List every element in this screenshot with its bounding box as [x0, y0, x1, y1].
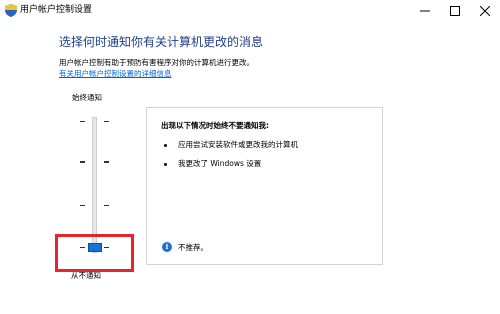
maximize-button[interactable] [440, 0, 470, 21]
slider-bottom-label: 从不通知 [71, 271, 101, 280]
minimize-icon [420, 10, 430, 11]
slider-tick [104, 161, 109, 163]
uac-details-link[interactable]: 有关用户帐户控制设置的详细信息 [59, 69, 172, 79]
slider-tick [104, 205, 109, 206]
bullet-dot [164, 144, 167, 147]
close-button[interactable] [470, 0, 500, 21]
slider-tick [80, 121, 85, 122]
slider-top-label: 始终通知 [72, 93, 102, 102]
panel-title: 出现以下情况时始终不要通知我: [161, 121, 269, 130]
maximize-icon [450, 5, 460, 16]
slider-tick [80, 161, 85, 163]
slider-tick [104, 121, 109, 122]
page-heading: 选择何时通知你有关计算机更改的消息 [59, 35, 264, 49]
close-icon [480, 5, 490, 16]
title-bar: 用户帐户控制设置 [0, 0, 500, 21]
bullet-item: 我更改了 Windows 设置 [178, 159, 262, 168]
slider-track[interactable] [92, 117, 97, 253]
bullet-dot [164, 163, 167, 166]
minimize-button[interactable] [410, 0, 440, 21]
recommendation-text: 不推荐。 [178, 243, 208, 252]
slider-tick [80, 205, 85, 206]
info-icon: i [162, 242, 172, 252]
highlight-box [55, 234, 134, 272]
bullet-item: 应用尝试安装软件或更改我的计算机 [178, 140, 298, 149]
description-text: 用户帐户控制有助于预防有害程序对你的计算机进行更改。 [59, 58, 254, 67]
level-description-panel: 出现以下情况时始终不要通知我: 应用尝试安装软件或更改我的计算机 我更改了 Wi… [146, 107, 383, 265]
uac-shield-icon [5, 4, 17, 17]
window-title: 用户帐户控制设置 [20, 5, 93, 15]
